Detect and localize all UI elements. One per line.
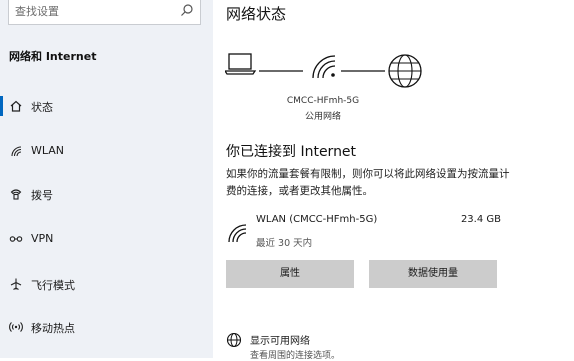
wifi-signal-icon xyxy=(312,55,336,79)
sidebar-item-dialup[interactable]: 拨号 xyxy=(0,177,213,211)
sidebar-item-airplane[interactable]: 飞行模式 xyxy=(0,267,213,301)
connection-period: 最近 30 天内 xyxy=(256,238,313,249)
main-content: 网络状态 CMCC-HFmh-5G 公用网络 你已连接到 Internet 如果… xyxy=(213,0,574,361)
airplane-icon xyxy=(10,278,22,290)
network-diagram xyxy=(225,53,422,88)
globe-icon xyxy=(226,332,242,348)
properties-button[interactable]: 属性 xyxy=(226,260,354,288)
network-name: CMCC-HFmh-5G xyxy=(286,96,360,106)
section-title: 网络和 Internet xyxy=(9,50,97,63)
status-description: 如果你的流量套餐有限制，则你可以将此网络设置为按流量计费的连接，或者更改其他属性… xyxy=(226,168,510,197)
sidebar-item-label: VPN xyxy=(31,232,54,245)
sidebar-item-vpn[interactable]: VPN xyxy=(0,222,213,256)
search-placeholder: 查找设置 xyxy=(15,5,59,18)
sidebar-item-label: WLAN xyxy=(31,144,65,157)
search-icon[interactable] xyxy=(180,3,194,17)
search-input[interactable]: 查找设置 xyxy=(8,0,201,25)
data-usage-value: 23.4 GB xyxy=(460,214,501,225)
sidebar-item-status[interactable]: 状态 xyxy=(0,89,213,123)
available-networks-label: 显示可用网络 xyxy=(250,336,310,347)
sidebar-item-label: 飞行模式 xyxy=(31,279,75,292)
sidebar: 查找设置 网络和 Internet 状态 WLAN 拨号 VPN 飞行模式 移动… xyxy=(0,0,213,358)
page-title: 网络状态 xyxy=(226,5,287,23)
sidebar-item-label: 状态 xyxy=(31,101,53,114)
sidebar-item-wlan[interactable]: WLAN xyxy=(0,134,213,168)
vpn-icon xyxy=(9,236,23,242)
status-title: 你已连接到 Internet xyxy=(226,144,357,160)
sidebar-item-hotspot[interactable]: 移动热点 xyxy=(0,310,213,344)
available-networks-sub: 查看周围的连接选项。 xyxy=(250,351,341,361)
show-available-networks[interactable]: 显示可用网络 查看周围的连接选项。 xyxy=(226,330,426,361)
sidebar-item-label: 移动热点 xyxy=(31,322,75,335)
laptop-icon xyxy=(225,53,257,75)
globe-icon xyxy=(388,54,422,88)
data-usage-button[interactable]: 数据使用量 xyxy=(369,260,497,288)
wifi-icon xyxy=(228,224,247,243)
connection-name: WLAN (CMCC-HFmh-5G) xyxy=(256,214,378,225)
home-icon xyxy=(10,100,22,112)
sidebar-item-label: 拨号 xyxy=(31,189,53,202)
network-type: 公用网络 xyxy=(304,112,341,122)
wifi-icon xyxy=(11,146,22,157)
connection-row: WLAN (CMCC-HFmh-5G) 最近 30 天内 23.4 GB xyxy=(225,212,501,252)
hotspot-icon xyxy=(9,322,23,332)
phone-icon xyxy=(10,189,22,200)
